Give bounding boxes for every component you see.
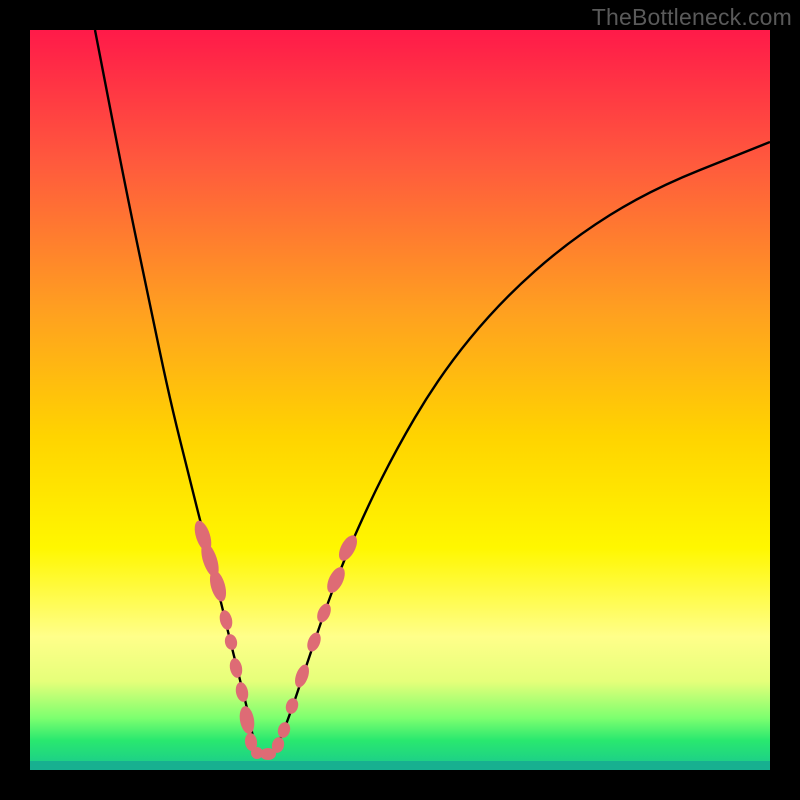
data-marker xyxy=(284,697,300,716)
data-marker xyxy=(324,564,349,595)
outer-frame: TheBottleneck.com xyxy=(0,0,800,800)
data-marker xyxy=(234,681,250,703)
data-marker xyxy=(238,705,257,735)
plot-area xyxy=(30,30,770,770)
data-marker xyxy=(223,633,239,651)
curve-right-branch xyxy=(275,142,770,752)
marker-layer xyxy=(191,519,360,760)
data-marker xyxy=(335,532,361,563)
curve-layer xyxy=(30,30,770,770)
data-marker xyxy=(314,601,333,624)
data-marker xyxy=(305,630,324,653)
data-marker xyxy=(218,609,234,631)
data-marker xyxy=(228,657,244,679)
data-marker xyxy=(292,663,311,690)
data-marker xyxy=(276,721,292,740)
watermark-text: TheBottleneck.com xyxy=(592,4,792,31)
